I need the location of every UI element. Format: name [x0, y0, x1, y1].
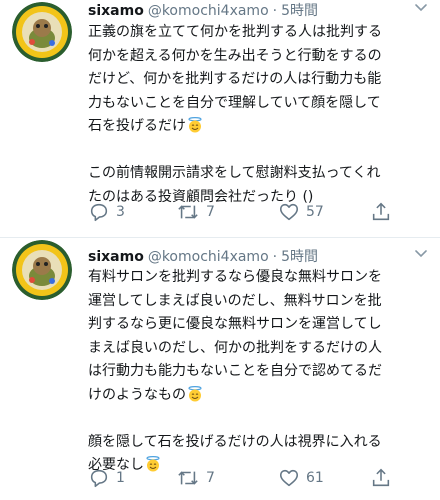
separator-dot: · — [272, 249, 278, 265]
handle[interactable]: @komochi4xamo — [148, 249, 269, 265]
reply-count: 3 — [116, 204, 125, 220]
tweet-text-line: 正義の旗を立てて何かを批判する人は批判する — [88, 24, 382, 40]
tweet-text-fragment: 石を投げるだけ — [88, 118, 186, 134]
share-icon — [372, 468, 390, 487]
like-button[interactable]: 61 — [278, 466, 324, 490]
reply-icon — [90, 203, 108, 222]
retweet-count: 7 — [206, 204, 215, 220]
like-count: 61 — [306, 470, 324, 486]
reply-button[interactable]: 1 — [88, 466, 125, 490]
smiling-face-with-halo-emoji — [188, 117, 202, 133]
separator-dot: · — [272, 3, 278, 19]
retweet-button[interactable]: 7 — [176, 466, 215, 490]
tweet-actions: 3 7 57 — [88, 200, 418, 224]
reply-count: 1 — [116, 470, 125, 486]
tweet[interactable]: sixamo @komochi4xamo · 5時間 正義の旗を立てて何かを批判する人… — [0, 0, 440, 238]
like-icon — [279, 469, 299, 487]
display-name[interactable]: sixamo — [88, 3, 144, 19]
share-icon — [372, 202, 390, 221]
reply-button[interactable]: 3 — [88, 200, 125, 224]
tweet-actions: 1 7 61 — [88, 466, 418, 490]
tweet-text-line: だけど、何かを批判するだけの人は行動力も能 — [88, 71, 382, 87]
tweet-text-line: 判するなら更に優良な無料サロンを運営してし — [88, 316, 382, 332]
retweet-icon — [178, 471, 198, 485]
chevron-down-icon[interactable] — [414, 3, 428, 13]
tweet-text: 有料サロンを批判するなら優良な無料サロンを 運営してしまえば良いのだし、無料サロ… — [88, 266, 428, 478]
tweet-text-line: 顔を隠して石を投げるだけの人は視界に入れる — [88, 433, 382, 450]
tweet-text-line: まえば良いのだし、何かの批判をするだけの人 — [88, 339, 382, 356]
tweet[interactable]: sixamo @komochi4xamo · 5時間 有料サロンを批判するなら優良な無… — [0, 238, 440, 500]
tweet-text-line: 何かを超える何かを生み出そうと行動をするの — [88, 47, 382, 64]
reply-icon — [90, 469, 108, 488]
chevron-down-icon[interactable] — [414, 249, 428, 259]
share-button[interactable] — [370, 200, 392, 224]
tweet-text-line-with-emoji: けのようなもの — [88, 384, 428, 408]
tweet-text-line: 有料サロンを批判するなら優良な無料サロンを — [88, 269, 382, 285]
tweet-text-line: この前情報開示請求をして慰謝料支払ってくれ — [88, 165, 381, 181]
tweet-text-line: 力もないことを自分で理解していて顔を隠して — [88, 94, 381, 111]
timestamp[interactable]: 5時間 — [281, 249, 318, 265]
retweet-button[interactable]: 7 — [176, 200, 215, 224]
avatar[interactable] — [12, 240, 72, 300]
like-count: 57 — [306, 204, 324, 220]
smiling-face-with-halo-emoji — [188, 385, 202, 401]
timestamp[interactable]: 5時間 — [281, 3, 318, 19]
tweet-text-line: は行動力も能力もないことを自分で認めてるだ — [88, 363, 382, 379]
retweet-icon — [178, 205, 198, 219]
handle[interactable]: @komochi4xamo — [148, 3, 269, 19]
like-button[interactable]: 57 — [278, 200, 324, 224]
tweet-text-line-with-emoji: 石を投げるだけ — [88, 115, 428, 139]
retweet-count: 7 — [206, 470, 215, 486]
tweet-text: 正義の旗を立てて何かを批判する人は批判する 何かを超える何かを生み出そうと行動を… — [88, 21, 428, 209]
like-icon — [279, 203, 299, 221]
avatar[interactable] — [12, 2, 72, 62]
tweet-text-fragment: けのようなもの — [88, 386, 186, 403]
display-name[interactable]: sixamo — [88, 249, 144, 265]
tweet-text-line: 運営してしまえば良いのだし、無料サロンを批 — [88, 292, 382, 309]
share-button[interactable] — [370, 466, 392, 490]
